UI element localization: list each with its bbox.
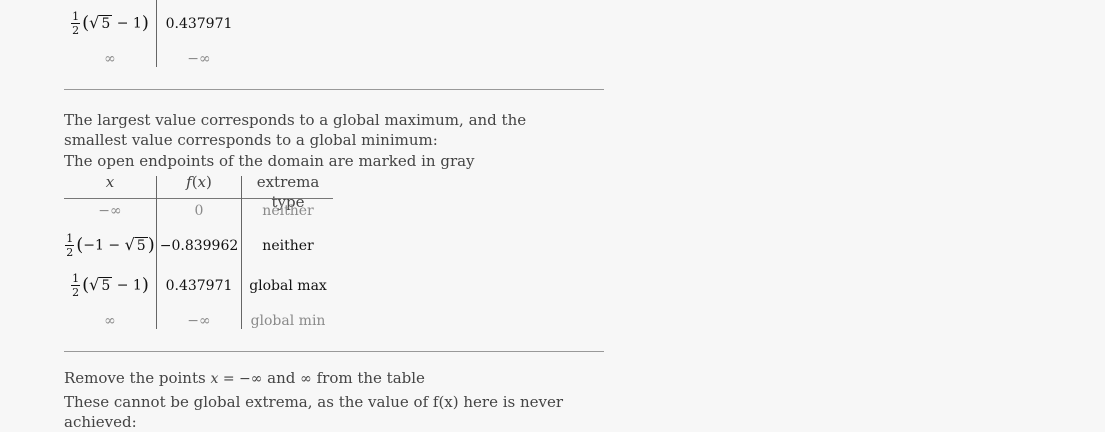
table-row-3-f: 0.437971 xyxy=(165,278,233,294)
table-row-3-x: 1 2 (√ 5 − 1) xyxy=(71,272,149,299)
explanation-paragraph: These cannot be global extrema, as the v… xyxy=(64,393,564,431)
header-rule xyxy=(64,198,333,199)
table-row-1-f: 0 xyxy=(194,203,204,219)
table-row-2-f: −0.839962 xyxy=(159,238,239,254)
column-header-fx: f(x) xyxy=(186,173,212,191)
section-divider xyxy=(64,351,604,352)
sqrt-symbol: √ 5 xyxy=(89,13,113,32)
table-row-4-type: global min xyxy=(250,313,326,329)
top-table-row-2-x: ∞ xyxy=(104,51,116,67)
instruction-paragraph: Remove the points x = −∞ and ∞ from the … xyxy=(64,369,425,387)
table-row-1-type: neither xyxy=(262,203,314,219)
sqrt-symbol: √ 5 xyxy=(124,235,148,254)
fraction: 1 2 xyxy=(71,272,81,299)
fraction: 1 2 xyxy=(71,10,81,37)
top-table-row-2-f: −∞ xyxy=(187,51,211,67)
fraction: 1 2 xyxy=(65,232,75,259)
sqrt-symbol: √ 5 xyxy=(89,275,113,294)
table-row-4-f: −∞ xyxy=(187,313,211,329)
top-table-row-1-f: 0.437971 xyxy=(165,16,233,32)
column-header-x: x xyxy=(105,173,115,191)
table-row-4-x: ∞ xyxy=(104,313,116,329)
table-row-1-x: −∞ xyxy=(98,203,122,219)
table-row-2-type: neither xyxy=(262,238,314,254)
table-divider xyxy=(156,176,157,329)
note-paragraph: The open endpoints of the domain are mar… xyxy=(64,152,475,170)
table-divider xyxy=(241,176,242,329)
table-divider xyxy=(156,0,157,67)
explanation-paragraph: The largest value corresponds to a globa… xyxy=(64,111,527,149)
section-divider xyxy=(64,89,604,90)
table-row-2-x: 1 2 (−1 − √ 5) xyxy=(65,232,155,259)
table-row-3-type: global max xyxy=(249,278,327,294)
document-page: 1 2 (√ 5 − 1) 0.437971 ∞ −∞ The largest v… xyxy=(0,0,1105,431)
top-table-row-1-x: 1 2 (√ 5 − 1) xyxy=(71,10,149,37)
